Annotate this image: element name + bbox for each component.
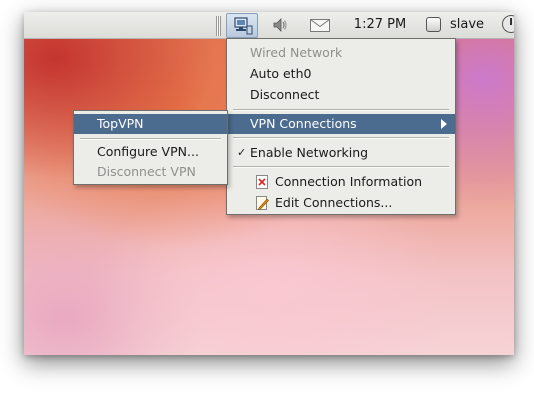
vpn-connections-label: VPN Connections xyxy=(250,116,357,131)
network-manager-icon xyxy=(234,17,253,35)
submenu-arrow-icon xyxy=(441,119,447,129)
network-manager-applet[interactable] xyxy=(226,13,258,38)
desktop-screen: 1:27 PM slave Wired Network Auto eth0 Di… xyxy=(24,12,514,355)
menu-separator xyxy=(80,138,221,140)
mail-icon[interactable] xyxy=(310,19,330,32)
user-name[interactable]: slave xyxy=(450,17,484,32)
menu-item-connection-information[interactable]: Connection Information xyxy=(227,172,455,192)
wired-network-header: Wired Network xyxy=(250,45,343,60)
menu-item-topvpn[interactable]: TopVPN xyxy=(74,114,227,134)
menu-separator xyxy=(233,109,449,111)
menu-item-configure-vpn[interactable]: Configure VPN... xyxy=(74,142,227,162)
top-panel: 1:27 PM slave xyxy=(24,12,514,39)
user-checkbox-icon[interactable] xyxy=(426,17,441,32)
menu-separator xyxy=(233,166,449,168)
network-menu: Wired Network Auto eth0 Disconnect VPN C… xyxy=(226,38,456,215)
menu-separator xyxy=(233,137,449,139)
volume-icon[interactable] xyxy=(272,17,288,33)
panel-handle[interactable] xyxy=(216,16,221,36)
menu-item-auto-eth0[interactable]: Auto eth0 xyxy=(227,64,455,84)
clock[interactable]: 1:27 PM xyxy=(350,17,410,32)
menu-item-edit-connections[interactable]: Edit Connections... xyxy=(227,193,455,213)
menu-item-enable-networking[interactable]: ✓ Enable Networking xyxy=(227,143,455,163)
menu-item-vpn-connections[interactable]: VPN Connections xyxy=(227,114,455,134)
info-document-icon xyxy=(256,175,268,189)
check-icon: ✓ xyxy=(237,146,247,159)
power-icon[interactable] xyxy=(502,15,514,33)
menu-item-disconnect-vpn: Disconnect VPN xyxy=(97,164,196,179)
edit-document-icon xyxy=(256,196,269,210)
menu-item-disconnect[interactable]: Disconnect xyxy=(227,85,455,105)
vpn-submenu: TopVPN Configure VPN... Disconnect VPN xyxy=(73,110,228,185)
